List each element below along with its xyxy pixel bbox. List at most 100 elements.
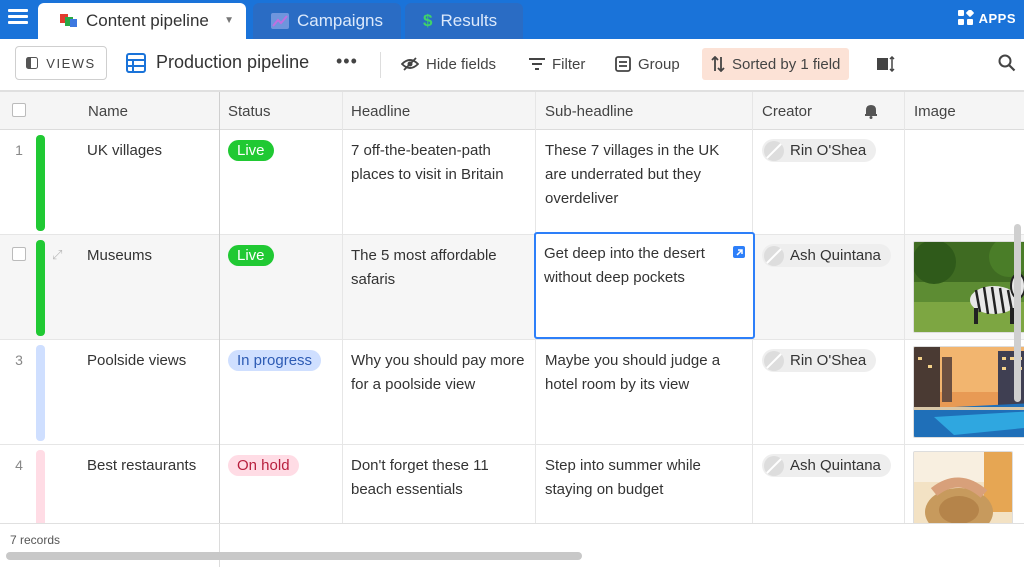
toolbar-divider bbox=[380, 52, 381, 78]
frozen-column-divider bbox=[219, 92, 220, 523]
view-toolbar: VIEWS Production pipeline ••• Hide field… bbox=[0, 39, 1024, 92]
grid-footer: 7 records bbox=[0, 523, 1024, 567]
hidden-eye-icon bbox=[401, 57, 419, 71]
view-name[interactable]: Production pipeline bbox=[126, 52, 309, 73]
user-name: Ash Quintana bbox=[790, 457, 881, 474]
cell-creator[interactable]: Ash Quintana bbox=[754, 445, 904, 523]
avatar bbox=[764, 140, 784, 161]
table-row[interactable]: 4 Best restaurants On hold Don't forget … bbox=[0, 445, 1024, 523]
row-height-icon bbox=[877, 56, 895, 72]
tab-results[interactable]: $ Results bbox=[405, 3, 523, 39]
column-header-status[interactable]: Status bbox=[220, 92, 342, 130]
status-badge: In progress bbox=[228, 350, 322, 371]
row-checkbox[interactable] bbox=[12, 247, 26, 261]
expand-record-icon[interactable]: ⤢ bbox=[52, 247, 62, 263]
column-header-image[interactable]: Image bbox=[906, 92, 1024, 130]
filter-icon bbox=[529, 58, 545, 70]
cell-subheadline[interactable]: These 7 villages in the UK are underrate… bbox=[537, 130, 752, 234]
column-divider bbox=[342, 92, 343, 523]
tab-content-pipeline[interactable]: Content pipeline ▼ bbox=[38, 3, 246, 39]
cell-name[interactable]: Poolside views bbox=[79, 340, 219, 444]
search-icon[interactable] bbox=[998, 54, 1016, 77]
records-grid: Name Status Headline Sub-headline Creato… bbox=[0, 92, 1024, 523]
column-header-creator[interactable]: Creator bbox=[754, 92, 864, 130]
colored-blocks-icon bbox=[60, 13, 78, 29]
row-number: 3 bbox=[15, 352, 23, 368]
cell-name[interactable]: Museums bbox=[79, 235, 219, 339]
cell-headline[interactable]: 7 off-the-beaten-path places to visit in… bbox=[343, 130, 535, 234]
hide-fields-label: Hide fields bbox=[426, 55, 497, 73]
views-button[interactable]: VIEWS bbox=[15, 46, 107, 80]
dollar-icon: $ bbox=[423, 11, 433, 30]
cell-image[interactable] bbox=[906, 340, 1024, 444]
active-cell-text: Get deep into the desert without deep po… bbox=[544, 245, 705, 286]
apps-icon bbox=[957, 10, 974, 25]
bell-icon bbox=[864, 103, 878, 123]
cell-creator[interactable]: Ash Quintana bbox=[754, 235, 904, 339]
cell-status[interactable]: In progress bbox=[220, 340, 342, 444]
row-number: 1 bbox=[15, 142, 23, 158]
cell-image[interactable] bbox=[906, 235, 1024, 339]
expand-field-icon[interactable] bbox=[733, 246, 745, 258]
sort-button[interactable]: Sorted by 1 field bbox=[702, 48, 850, 80]
cell-subheadline[interactable]: Step into summer while staying on budget bbox=[537, 445, 752, 523]
horizontal-scrollbar[interactable] bbox=[6, 552, 582, 560]
avatar bbox=[764, 350, 784, 371]
tab-label: Results bbox=[440, 11, 498, 30]
tab-label: Campaigns bbox=[297, 11, 383, 30]
cell-status[interactable]: On hold bbox=[220, 445, 342, 523]
tab-campaigns[interactable]: Campaigns bbox=[253, 3, 401, 39]
cell-headline[interactable]: The 5 most affordable safaris bbox=[343, 235, 535, 339]
cell-headline[interactable]: Why you should pay more for a poolside v… bbox=[343, 340, 535, 444]
footer-divider bbox=[219, 524, 220, 567]
cell-subheadline[interactable]: Maybe you should judge a hotel room by i… bbox=[537, 340, 752, 444]
avatar bbox=[764, 245, 784, 266]
table-row[interactable]: 3 Poolside views In progress Why you sho… bbox=[0, 340, 1024, 445]
beach-hat-image[interactable] bbox=[913, 451, 1013, 523]
cell-headline[interactable]: Don't forget these 11 beach essentials bbox=[343, 445, 535, 523]
group-button[interactable]: Group bbox=[606, 48, 689, 80]
sort-icon bbox=[711, 56, 725, 72]
record-count: 7 records bbox=[10, 533, 61, 547]
cell-image[interactable] bbox=[906, 445, 1024, 523]
cell-creator[interactable]: Rin O'Shea bbox=[754, 340, 904, 444]
top-tab-bar: Content pipeline ▼ Campaigns $ Results A… bbox=[0, 0, 1024, 39]
column-divider bbox=[904, 92, 905, 523]
cell-status[interactable]: Live bbox=[220, 130, 342, 234]
table-row[interactable]: 1 UK villages Live 7 off-the-beaten-path… bbox=[0, 130, 1024, 235]
row-height-button[interactable] bbox=[868, 48, 904, 80]
user-chip: Ash Quintana bbox=[762, 454, 891, 477]
zebra-safari-image[interactable] bbox=[913, 241, 1024, 333]
cell-name[interactable]: Best restaurants bbox=[79, 445, 219, 523]
poolside-hotel-image[interactable] bbox=[913, 346, 1024, 438]
cell-creator[interactable]: Rin O'Shea bbox=[754, 130, 904, 234]
apps-button[interactable]: APPS bbox=[957, 10, 1016, 26]
group-icon bbox=[615, 56, 631, 72]
user-chip: Rin O'Shea bbox=[762, 349, 877, 372]
column-header-name[interactable]: Name bbox=[80, 92, 219, 130]
user-chip: Rin O'Shea bbox=[762, 139, 877, 162]
vertical-scrollbar[interactable] bbox=[1014, 224, 1021, 402]
cell-status[interactable]: Live bbox=[220, 235, 342, 339]
cell-name[interactable]: UK villages bbox=[79, 130, 219, 234]
active-cell-subheadline[interactable]: Get deep into the desert without deep po… bbox=[534, 232, 755, 339]
user-name: Rin O'Shea bbox=[790, 142, 867, 159]
chevron-down-icon[interactable]: ▼ bbox=[224, 15, 234, 26]
column-header-headline[interactable]: Headline bbox=[343, 92, 535, 130]
more-options-icon[interactable]: ••• bbox=[336, 51, 358, 72]
user-name: Rin O'Shea bbox=[790, 352, 867, 369]
table-row[interactable]: ⤢ Museums Live The 5 most affordable saf… bbox=[0, 235, 1024, 340]
user-name: Ash Quintana bbox=[790, 247, 881, 264]
filter-button[interactable]: Filter bbox=[520, 48, 594, 80]
user-chip: Ash Quintana bbox=[762, 244, 891, 267]
status-color-bar bbox=[36, 135, 45, 231]
select-all-checkbox[interactable] bbox=[12, 103, 26, 117]
hide-fields-button[interactable]: Hide fields bbox=[392, 48, 505, 80]
status-color-bar bbox=[36, 345, 45, 441]
cell-image[interactable] bbox=[906, 130, 1024, 234]
status-badge: On hold bbox=[228, 455, 299, 476]
hamburger-menu-icon[interactable] bbox=[8, 9, 28, 27]
sidebar-toggle-icon bbox=[26, 57, 39, 69]
column-header-subheadline[interactable]: Sub-headline bbox=[537, 92, 752, 130]
status-color-bar bbox=[36, 240, 45, 336]
